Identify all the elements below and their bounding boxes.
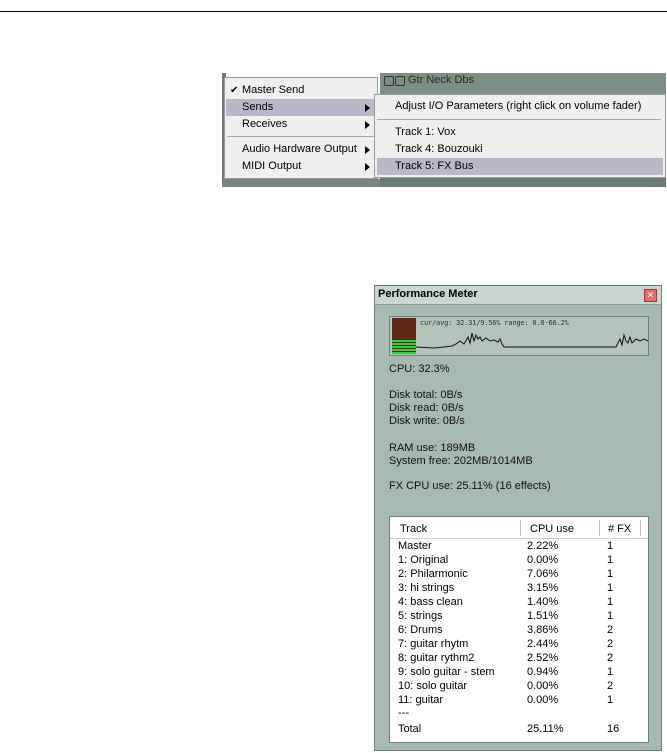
menu-item-midi-output[interactable]: MIDI Output	[226, 158, 376, 175]
table-row[interactable]: 4: bass clean 1.40% 1	[390, 596, 648, 609]
menu-item-label: Master Send	[242, 84, 305, 96]
submenu-arrow-icon	[365, 163, 370, 171]
table-row[interactable]: 3: hi strings 3.15% 1	[390, 582, 648, 595]
table-row[interactable]: 8: guitar rythm2 2.52% 2	[390, 652, 648, 665]
menu-separator	[227, 136, 375, 137]
track-button-icon[interactable]	[384, 76, 394, 86]
menu-item-label: Track 4: Bouzouki	[395, 143, 483, 155]
column-divider[interactable]	[599, 520, 600, 536]
menu-item-label: Sends	[242, 101, 274, 113]
menu-item-label: MIDI Output	[242, 160, 302, 172]
menu-item-label: Receives	[242, 118, 288, 130]
menu-item-track-4-bouzouki[interactable]: Track 4: Bouzouki	[377, 141, 663, 158]
menu-item-receives[interactable]: Receives	[226, 116, 376, 133]
menu-item-adjust-io-parameters[interactable]: Adjust I/O Parameters (right click on vo…	[377, 98, 663, 115]
column-header-fx-count[interactable]: # FX	[608, 521, 631, 537]
performance-meter-window: Performance Meter ✕ cur/avg: 32.31/9.56%…	[374, 285, 662, 751]
table-row[interactable]: 7: guitar rhytm 2.44% 2	[390, 638, 648, 651]
menu-separator	[377, 119, 661, 120]
menu-item-label: Track 1: Vox	[395, 126, 456, 138]
disk-read: Disk read: 0B/s	[389, 402, 464, 414]
routing-menu: ✔ Master Send Sends Receives Audio Hardw…	[224, 77, 378, 179]
table-row[interactable]: 6: Drums 3.86% 2	[390, 624, 648, 637]
submenu-arrow-icon	[365, 104, 370, 112]
column-header-cpu-use[interactable]: CPU use	[530, 521, 574, 537]
checkmark-icon: ✔	[230, 85, 239, 96]
column-header-track[interactable]: Track	[400, 521, 427, 537]
menu-item-track-1-vox[interactable]: Track 1: Vox	[377, 124, 663, 141]
disk-write: Disk write: 0B/s	[389, 415, 465, 427]
table-row[interactable]: Master 2.22% 1	[390, 540, 648, 553]
menu-item-sends[interactable]: Sends	[226, 99, 376, 116]
fx-cpu-use: FX CPU use: 25.11% (16 effects)	[389, 480, 551, 492]
table-row[interactable]: 1: Original 0.00% 1	[390, 554, 648, 567]
disk-total: Disk total: 0B/s	[389, 389, 463, 401]
track-button-icon[interactable]	[395, 76, 405, 86]
menu-item-label: Audio Hardware Output	[242, 143, 357, 155]
sends-submenu: Adjust I/O Parameters (right click on vo…	[374, 94, 666, 178]
table-row[interactable]: 9: solo guitar - stem 0.94% 1	[390, 666, 648, 679]
table-row[interactable]: 10: solo guitar 0.00% 2	[390, 680, 648, 693]
top-rule	[0, 11, 667, 12]
cpu-graph: cur/avg: 32.31/9.56% range: 0.0-66.2%	[389, 316, 649, 356]
column-divider[interactable]	[640, 520, 641, 536]
cpu-level-bars	[392, 318, 416, 354]
menu-item-audio-hardware-output[interactable]: Audio Hardware Output	[226, 141, 376, 158]
cpu-history-line	[416, 332, 648, 349]
table-row-total: Total 25.11% 16	[398, 723, 620, 735]
ram-use: RAM use: 189MB	[389, 442, 476, 454]
submenu-arrow-icon	[365, 121, 370, 129]
window-titlebar[interactable]: Performance Meter ✕	[375, 286, 661, 305]
column-divider[interactable]	[520, 520, 521, 536]
menu-item-track-5-fx-bus[interactable]: Track 5: FX Bus	[377, 158, 663, 175]
table-row[interactable]: 5: strings 1.51% 1	[390, 610, 648, 623]
track-name: Gtr Neck Dbs	[408, 74, 475, 86]
header-divider	[390, 538, 648, 539]
cpu-usage: CPU: 32.3%	[389, 363, 450, 375]
menu-item-master-send[interactable]: ✔ Master Send	[226, 82, 376, 99]
menu-item-label: Adjust I/O Parameters (right click on vo…	[395, 100, 642, 112]
system-free: System free: 202MB/1014MB	[389, 455, 533, 467]
menu-item-label: Track 5: FX Bus	[395, 160, 474, 172]
table-row[interactable]: 2: Philarmonic 7.06% 1	[390, 568, 648, 581]
close-icon[interactable]: ✕	[644, 289, 657, 302]
window-title: Performance Meter	[378, 288, 478, 300]
submenu-arrow-icon	[365, 146, 370, 154]
table-row-separator: ---	[398, 707, 409, 719]
fx-cpu-table: Track CPU use # FX Master 2.22% 1 1: Origi…	[389, 516, 649, 743]
routing-context-menu-screenshot: Gtr Neck Dbs ✔ Master Send Sends Receive…	[222, 73, 666, 187]
bottom-strip	[222, 179, 380, 187]
table-row[interactable]: 11: guitar 0.00% 1	[390, 694, 648, 707]
